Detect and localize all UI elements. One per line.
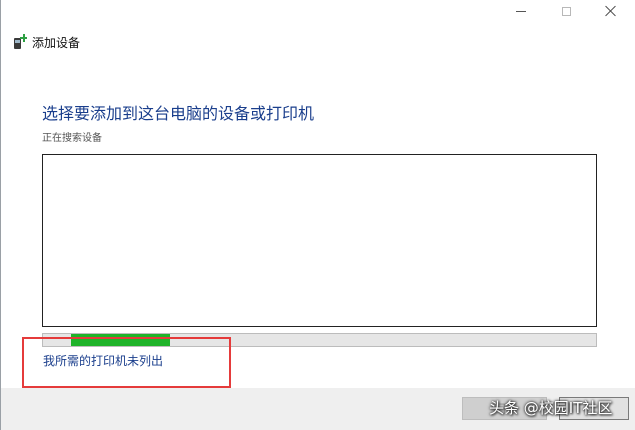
- close-icon: [605, 5, 617, 17]
- search-status: 正在搜索设备: [42, 133, 102, 144]
- printer-not-listed-link[interactable]: 我所需的打印机未列出: [43, 352, 163, 369]
- add-device-icon: [13, 34, 27, 50]
- add-device-window: 添加设备 选择要添加到这台电脑的设备或打印机 正在搜索设备 我所需的打印机未列出…: [0, 0, 635, 430]
- window-title: 添加设备: [32, 35, 81, 50]
- minimize-button[interactable]: [501, 0, 541, 22]
- maximize-button[interactable]: [546, 0, 586, 22]
- device-list[interactable]: [42, 154, 597, 327]
- title-bar[interactable]: [1, 0, 635, 24]
- next-button-label: 下: [498, 402, 511, 416]
- progress-fill: [70, 334, 171, 346]
- page-heading: 选择要添加到这台电脑的设备或打印机: [42, 104, 315, 123]
- window-header: 添加设备: [13, 33, 80, 51]
- minimize-icon: [516, 10, 526, 12]
- maximize-icon: [561, 6, 571, 16]
- search-progress-bar: [42, 333, 597, 347]
- cancel-button[interactable]: [559, 397, 629, 420]
- next-button[interactable]: 下: [462, 397, 547, 420]
- close-button[interactable]: [591, 0, 631, 22]
